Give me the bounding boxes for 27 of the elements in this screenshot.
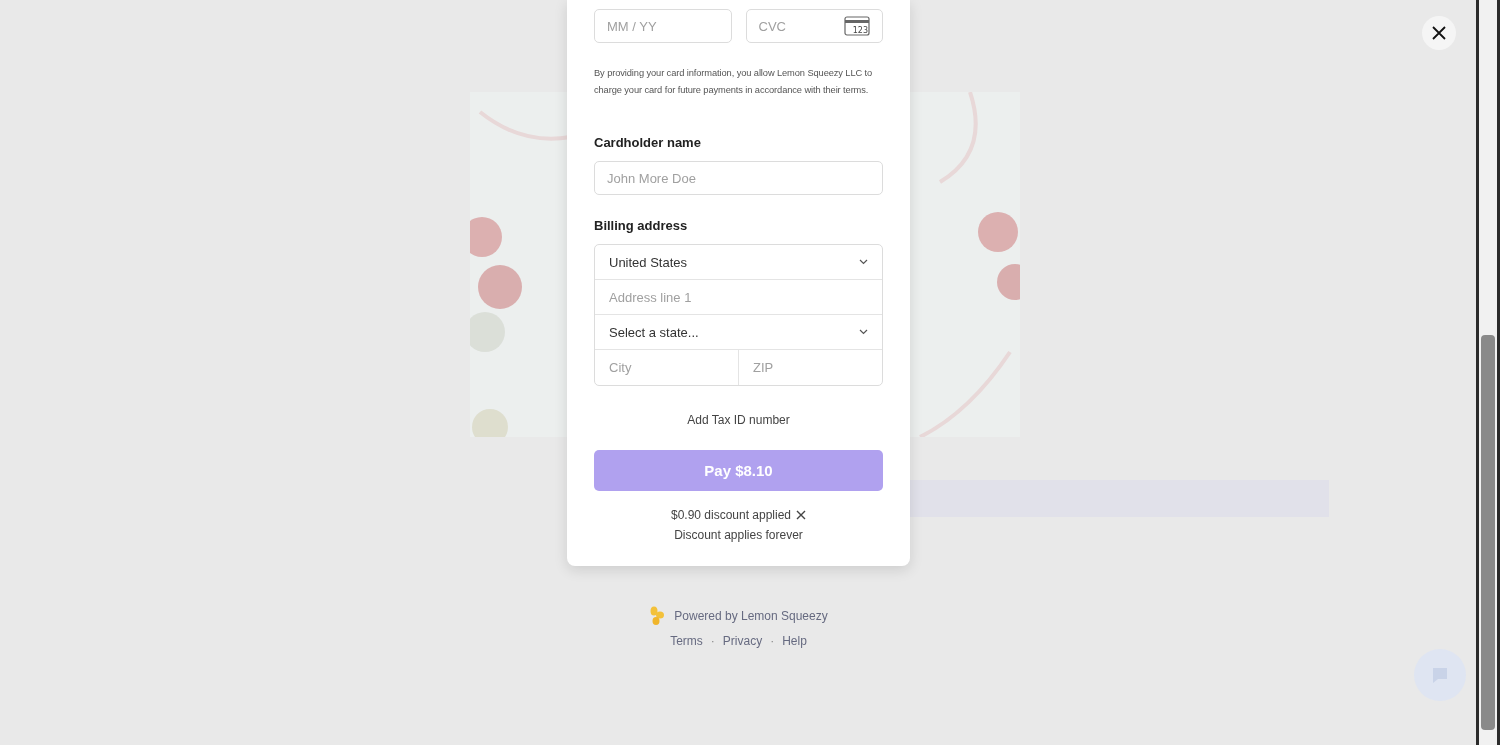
close-button[interactable] [1422, 16, 1456, 50]
close-icon [796, 510, 807, 520]
powered-by-text: Powered by Lemon Squeezy [674, 609, 828, 623]
address-field[interactable]: Address line 1 [595, 280, 882, 315]
city-field[interactable]: City [595, 350, 738, 385]
chevron-down-icon [859, 259, 868, 265]
card-icon: 123 [844, 16, 870, 36]
separator-dot: · [770, 634, 775, 648]
footer-link[interactable]: Terms [670, 634, 703, 648]
state-select[interactable]: Select a state... [595, 315, 882, 350]
cardholder-field[interactable]: John More Doe [594, 161, 883, 195]
chevron-down-icon [859, 329, 868, 335]
footer-link[interactable]: Privacy [722, 634, 763, 648]
field-label: Cardholder name [594, 135, 702, 150]
tax-id-link[interactable]: Add Tax ID number [687, 413, 790, 427]
separator-dot: · [710, 634, 715, 648]
lemon-logo-icon [649, 606, 666, 626]
close-icon [1432, 26, 1446, 40]
remove-discount-button[interactable] [796, 510, 807, 520]
zip-field[interactable]: ZIP [738, 350, 882, 385]
consent-text: By providing your card information, you allow Lemon Squeezy LLC to charge your card for future payments in accordance with their terms. [594, 67, 874, 97]
discount-text: $0.90 discount applied [670, 508, 792, 522]
footer-link[interactable]: Help [782, 634, 807, 648]
country-select[interactable]: United States [595, 245, 882, 280]
expiry-field[interactable]: MM / YY [594, 9, 732, 43]
field-label: Billing address [594, 218, 689, 233]
discount-note: Discount applies forever [673, 528, 804, 542]
